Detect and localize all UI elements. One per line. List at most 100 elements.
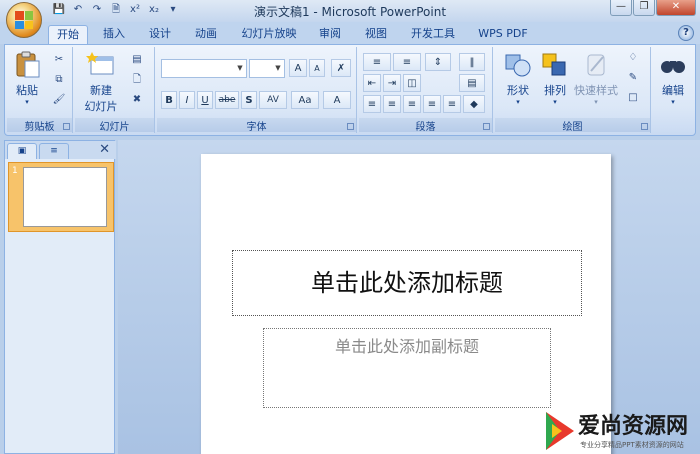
new-slide-label-2: 幻灯片 bbox=[84, 100, 118, 113]
text-shadow-button[interactable]: S bbox=[241, 91, 257, 109]
reset-icon[interactable]: 🗋 bbox=[129, 73, 145, 87]
group-paragraph-label: 段落 bbox=[359, 118, 492, 133]
clear-format-icon[interactable]: ✗ bbox=[331, 59, 351, 77]
office-button[interactable] bbox=[6, 2, 42, 38]
arrange-button[interactable]: 排列 ▾ bbox=[537, 51, 573, 106]
group-slides: 新建 幻灯片 ▤ 🗋 ✖ 幻灯片 bbox=[75, 47, 155, 133]
watermark-logo-icon bbox=[546, 412, 574, 450]
binoculars-icon bbox=[661, 61, 685, 73]
edit-button[interactable]: 编辑 ▾ bbox=[655, 51, 691, 106]
powerpoint-window: 💾 ↶ ↷ 🗎 x² x₂ ▾ 演示文稿1 - Microsoft PowerP… bbox=[0, 0, 700, 454]
edit-label: 编辑 bbox=[662, 84, 684, 97]
distributed-icon[interactable]: ≡ bbox=[443, 95, 461, 113]
columns-icon[interactable]: ◫ bbox=[403, 74, 421, 92]
new-slide-icon bbox=[86, 52, 114, 75]
tab-review[interactable]: 审阅 bbox=[312, 25, 348, 44]
minimize-button[interactable]: — bbox=[610, 0, 632, 16]
align-left-icon[interactable]: ≡ bbox=[363, 95, 381, 113]
slide-editing-area: 单击此处添加标题 单击此处添加副标题 bbox=[118, 140, 700, 454]
font-color-button[interactable]: A bbox=[323, 91, 351, 109]
italic-button[interactable]: I bbox=[179, 91, 195, 109]
numbering-icon[interactable]: ≡ bbox=[393, 53, 421, 71]
close-button[interactable]: ✕ bbox=[656, 0, 696, 16]
tab-animations[interactable]: 动画 bbox=[188, 25, 224, 44]
dialog-launcher-icon[interactable] bbox=[347, 123, 354, 130]
underline-button[interactable]: U bbox=[197, 91, 213, 109]
dialog-launcher-icon[interactable] bbox=[483, 123, 490, 130]
copy-icon[interactable]: ⧉ bbox=[51, 73, 67, 87]
ribbon-home: 粘贴 ▾ ✂ ⧉ 🖌 剪贴板 新建 幻灯片 ▤ 🗋 ✖ 幻灯片 ▼ ▼ A A … bbox=[4, 44, 696, 136]
char-spacing-button[interactable]: AV bbox=[259, 91, 287, 109]
chevron-down-icon: ▾ bbox=[25, 98, 29, 106]
tab-view[interactable]: 视图 bbox=[358, 25, 394, 44]
outline-tab[interactable]: ≡ bbox=[39, 143, 69, 159]
increase-indent-icon[interactable]: ⇥ bbox=[383, 74, 401, 92]
new-slide-label: 新建 bbox=[90, 84, 112, 97]
new-slide-button[interactable]: 新建 幻灯片 bbox=[79, 51, 123, 114]
format-painter-icon[interactable]: 🖌 bbox=[51, 93, 67, 107]
tab-insert[interactable]: 插入 bbox=[96, 25, 132, 44]
smartart-icon[interactable]: ◆ bbox=[463, 95, 485, 113]
watermark-tagline: 专业分享精品PPT素材资源的网站 bbox=[580, 441, 684, 449]
shapes-icon bbox=[505, 54, 531, 77]
tab-wps-pdf[interactable]: WPS PDF bbox=[472, 25, 534, 44]
grow-font-button[interactable]: A bbox=[289, 59, 307, 77]
help-icon[interactable]: ? bbox=[678, 25, 694, 41]
justify-icon[interactable]: ≡ bbox=[423, 95, 441, 113]
group-clipboard: 粘贴 ▾ ✂ ⧉ 🖌 剪贴板 bbox=[7, 47, 73, 133]
dialog-launcher-icon[interactable] bbox=[641, 123, 648, 130]
effects-icon[interactable]: □ bbox=[625, 91, 641, 105]
paste-label: 粘贴 bbox=[16, 84, 38, 97]
align-right-icon[interactable]: ≡ bbox=[403, 95, 421, 113]
outline-tab-icon: ≡ bbox=[50, 146, 58, 156]
quick-styles-icon bbox=[587, 54, 605, 76]
group-editing: 编辑 ▾ bbox=[653, 47, 693, 133]
chevron-down-icon: ▾ bbox=[516, 98, 520, 106]
close-icon[interactable]: ✕ bbox=[99, 142, 110, 157]
bullets-icon[interactable]: ≡ bbox=[363, 53, 391, 71]
cut-icon[interactable]: ✂ bbox=[51, 53, 67, 67]
delete-slide-icon[interactable]: ✖ bbox=[129, 93, 145, 107]
slide-thumbnail-selected[interactable]: 1 bbox=[8, 162, 114, 232]
dialog-launcher-icon[interactable] bbox=[63, 123, 70, 130]
chevron-down-icon: ▾ bbox=[671, 98, 675, 106]
slide-thumbnail bbox=[23, 167, 107, 227]
outline-icon[interactable]: ✎ bbox=[625, 71, 641, 85]
tab-slide-show[interactable]: 幻灯片放映 bbox=[236, 25, 302, 44]
slides-tab[interactable]: ▣ bbox=[7, 143, 37, 159]
title-bar: 💾 ↶ ↷ 🗎 x² x₂ ▾ 演示文稿1 - Microsoft PowerP… bbox=[0, 0, 700, 22]
change-case-button[interactable]: Aa bbox=[291, 91, 319, 109]
slides-tab-icon: ▣ bbox=[17, 146, 27, 156]
decrease-indent-icon[interactable]: ⇤ bbox=[363, 74, 381, 92]
align-center-icon[interactable]: ≡ bbox=[383, 95, 401, 113]
group-drawing: 形状 ▾ 排列 ▾ 快速样式 ▾ ♢ ✎ □ 绘图 bbox=[495, 47, 651, 133]
group-font: ▼ ▼ A A ✗ B I U abe S AV Aa A 字体 bbox=[157, 47, 357, 133]
title-placeholder[interactable]: 单击此处添加标题 bbox=[232, 250, 582, 316]
text-direction-icon[interactable]: ‖ bbox=[459, 53, 485, 71]
strikethrough-button[interactable]: abe bbox=[215, 91, 239, 109]
watermark: 爱尚资源网 专业分享精品PPT素材资源的网站 bbox=[540, 408, 700, 454]
font-name-combo[interactable]: ▼ bbox=[161, 59, 247, 78]
chevron-down-icon: ▼ bbox=[275, 64, 281, 72]
window-title: 演示文稿1 - Microsoft PowerPoint bbox=[253, 5, 447, 19]
shapes-button[interactable]: 形状 ▾ bbox=[499, 51, 537, 106]
pane-tabs: ▣ ≡ ✕ bbox=[5, 141, 116, 159]
bold-button[interactable]: B bbox=[161, 91, 177, 109]
line-spacing-icon[interactable]: ⇕ bbox=[425, 53, 451, 71]
slides-pane: ▣ ≡ ✕ 1 bbox=[4, 140, 116, 454]
paste-button[interactable]: 粘贴 ▾ bbox=[11, 51, 43, 106]
fill-icon[interactable]: ♢ bbox=[625, 51, 641, 65]
layout-icon[interactable]: ▤ bbox=[129, 53, 145, 67]
restore-button[interactable]: ❐ bbox=[633, 0, 655, 16]
tab-home[interactable]: 开始 bbox=[48, 25, 88, 44]
shrink-font-button[interactable]: A bbox=[309, 59, 325, 77]
tab-developer[interactable]: 开发工具 bbox=[404, 25, 462, 44]
office-logo-icon bbox=[15, 11, 33, 29]
font-size-combo[interactable]: ▼ bbox=[249, 59, 285, 78]
quick-styles-button[interactable]: 快速样式 ▾ bbox=[573, 51, 619, 106]
align-text-icon[interactable]: ▤ bbox=[459, 74, 485, 92]
arrange-icon bbox=[542, 53, 566, 76]
ribbon-tab-bar: 开始 插入 设计 动画 幻灯片放映 审阅 视图 开发工具 WPS PDF ? bbox=[0, 22, 700, 44]
tab-design[interactable]: 设计 bbox=[142, 25, 178, 44]
subtitle-placeholder[interactable]: 单击此处添加副标题 bbox=[263, 328, 551, 408]
